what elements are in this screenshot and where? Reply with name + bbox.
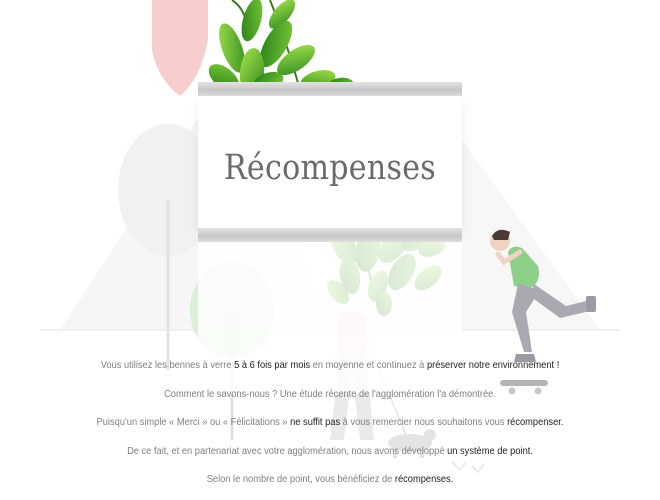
text-highlight: 5 à 6 fois par mois	[234, 360, 311, 371]
text-highlight: récompenser.	[507, 417, 564, 428]
text-segment: en moyenne et continuez à	[310, 360, 427, 371]
text-segment: Vous utilisez les bennes à verre	[100, 360, 235, 371]
text-highlight: préserver notre environnement !	[426, 360, 560, 371]
text-segment: Comment le savons-nous ? Une étude récen…	[164, 388, 496, 400]
paragraph-points-system: De ce fait, et en partenariat avec votre…	[23, 442, 637, 471]
text-highlight: récompenses.	[394, 474, 454, 485]
page-title: Récompenses	[223, 148, 437, 188]
rewards-description: Vous utilisez les bennes à verre 5 à 6 f…	[0, 356, 660, 499]
text-segment: Selon le nombre de point, vous bénéficie…	[206, 474, 395, 485]
banner-panel: Récompenses	[198, 96, 462, 228]
text-segment: De ce fait, et en partenariat avec votre…	[127, 445, 448, 457]
text-segment: Puisqu'un simple « Merci » ou « Félicita…	[96, 417, 291, 428]
banner-bottom-bar	[198, 228, 462, 242]
paragraph-rewards: Selon le nombre de point, vous bénéficie…	[23, 470, 637, 499]
text-highlight: ne suffit pas	[290, 417, 341, 428]
text-segment: à vous remercier nous souhaitons vous	[340, 417, 508, 428]
rewards-banner: Récompenses	[198, 82, 462, 394]
paragraph-study: Comment le savons-nous ? Une étude récen…	[23, 385, 637, 414]
paragraph-usage: Vous utilisez les bennes à verre 5 à 6 f…	[23, 356, 637, 385]
paragraph-thanks: Puisqu'un simple « Merci » ou « Félicita…	[23, 413, 637, 442]
banner-top-bar	[198, 82, 462, 96]
text-highlight: un système de point.	[447, 445, 533, 457]
